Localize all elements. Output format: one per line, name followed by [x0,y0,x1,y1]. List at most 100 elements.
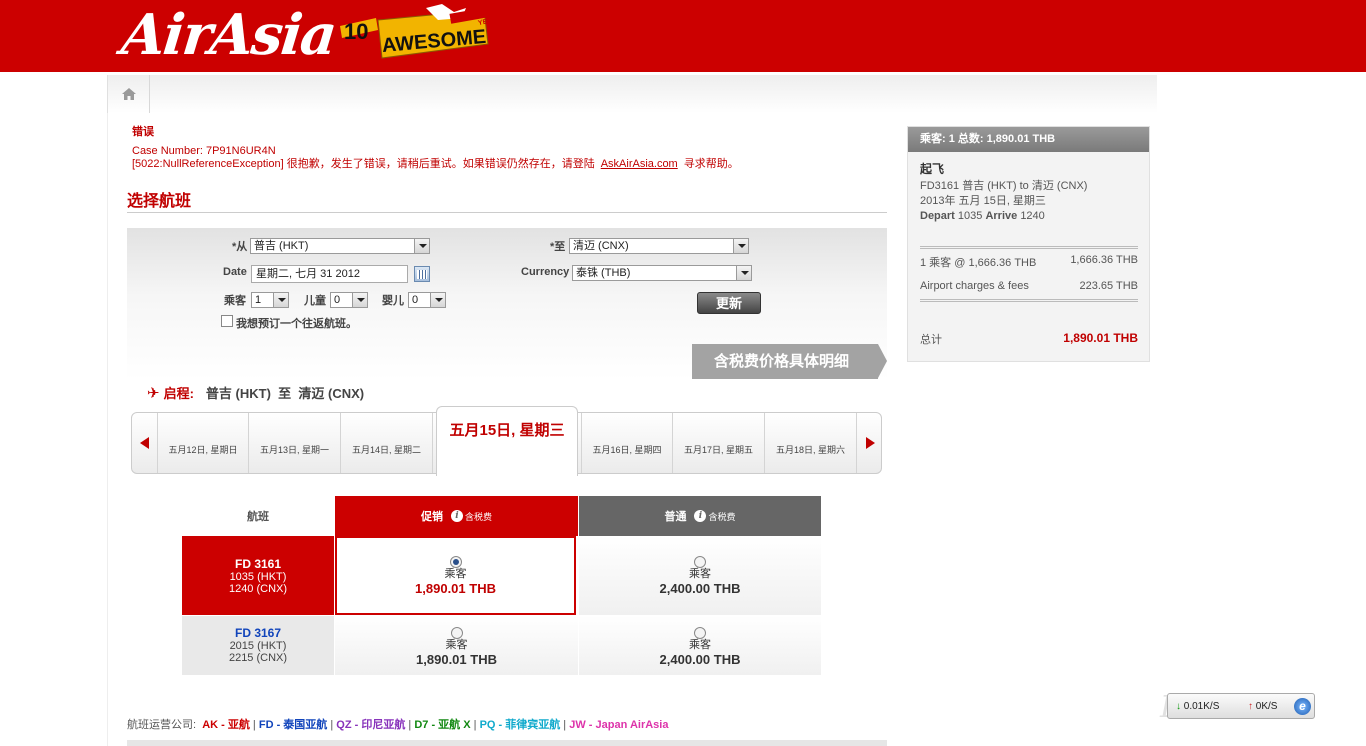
summary-times: Depart 1035 Arrive 1240 [920,210,1045,222]
summary-date-line: 2013年 五月 15日, 星期三 [920,195,1046,207]
date-label: Date [223,266,247,278]
upload-arrow-icon: ↑ [1248,701,1253,712]
previous-dates-arrow-icon[interactable] [140,437,149,449]
carrier-item[interactable]: D7 - 亚航 X [414,719,470,731]
fare-option-regular[interactable]: 乘客 2,400.00 THB [579,536,821,615]
journey-to: 清迈 (CNX) [298,386,365,401]
fare-price: 1,890.01 THB [415,581,496,596]
fare-option-promo[interactable]: 乘客 1,890.01 THB [335,536,576,615]
price-detail-button[interactable]: 含税费价格具体明细 [692,344,887,379]
chevron-down-icon [352,293,367,307]
date-tab[interactable]: 五月13日, 星期一 [249,413,341,473]
flight-cell: FD 3167 2015 (HKT) 2215 (CNX) [182,616,334,675]
flight-number: FD 3161 [234,557,282,571]
flight-arrival-time: 1240 (CNX) [228,583,288,595]
return-flight-checkbox[interactable] [221,315,233,327]
divider [920,299,1138,302]
date-tab[interactable]: 五月14日, 星期二 [341,413,433,473]
site-header: AirAsia 10 AWESOME YEARS! [0,0,1366,72]
carrier-legend: 航班运营公司: AK - 亚航 | FD - 泰国亚航 | QZ - 印尼亚航 … [127,719,669,731]
fare-radio[interactable] [449,556,462,568]
flight-arrival-time: 2215 (CNX) [228,652,288,664]
summary-depart-title: 起飞 [920,162,945,176]
chevron-down-icon [273,293,288,307]
chevron-down-icon [414,239,429,253]
summary-flight-info: 起飞 FD3161 普吉 (HKT) to 清迈 (CNX) 2013年 五月 … [920,162,1138,224]
chevron-down-icon [733,239,748,253]
from-label: *从 [232,241,248,253]
update-button[interactable]: 更新 [697,292,761,314]
date-tab-selected[interactable]: 五月15日, 星期三 [436,406,578,476]
adult-select[interactable]: 1 [251,292,289,308]
flight-departure-time: 1035 (HKT) [229,571,287,583]
carrier-item[interactable]: JW - Japan AirAsia [569,719,668,731]
booking-summary: 乘客: 1 总数: 1,890.01 THB 起飞 FD3161 普吉 (HKT… [907,126,1150,362]
date-input[interactable]: 星期二, 七月 31 2012 [251,265,408,283]
fare-option-regular[interactable]: 乘客 2,400.00 THB [579,616,821,675]
breadcrumb-bar [107,75,1157,113]
date-tab[interactable]: 五月16日, 星期四 [581,413,673,473]
fare-option-promo[interactable]: 乘客 1,890.01 THB [335,616,578,675]
info-icon[interactable]: i [450,510,463,522]
chevron-down-icon [736,266,751,280]
error-text: [5022:NullReferenceException] 很抱歉，发生了错误，… [132,158,739,170]
chevron-down-icon [430,293,445,307]
from-select[interactable]: 普吉 (HKT) [250,238,430,254]
return-flight-label: 我想预订一个往返航班。 [236,318,357,330]
fare-price: 1,890.01 THB [416,652,497,667]
fare-radio[interactable] [694,627,706,639]
page-title: 选择航班 [127,187,887,213]
column-header-regular: 普通 i 含税费 [579,496,821,536]
currency-label: Currency [521,266,570,278]
plane-icon: ✈ [147,385,160,402]
net-speed-widget[interactable]: ↓ 0.01K/S ↑ 0K/S e [1167,693,1315,719]
journey-from: 普吉 (HKT) [205,386,271,401]
child-label: 儿童 [304,295,326,307]
carrier-item[interactable]: FD - 泰国亚航 [259,719,327,731]
to-select[interactable]: 清迈 (CNX) [569,238,749,254]
summary-flight-line: FD3161 普吉 (HKT) to 清迈 (CNX) [920,180,1088,192]
carrier-item[interactable]: QZ - 印尼亚航 [336,719,405,731]
home-button[interactable] [108,75,150,113]
summary-fees-row: Airport charges & fees 223.65 THB [920,280,1138,292]
currency-select[interactable]: 泰铢 (THB) [572,265,752,281]
error-message: 错误 Case Number: 7P91N6UR4N [5022:NullRef… [132,126,739,171]
fare-radio[interactable] [694,556,706,568]
error-case-number: Case Number: 7P91N6UR4N [132,145,276,157]
svg-text:10: 10 [344,19,368,44]
upload-speed: ↑ 0K/S [1248,701,1278,712]
10-years-awesome-badge: 10 AWESOME YEARS! [340,4,504,59]
adult-label: 乘客 [224,295,246,307]
date-tab[interactable]: 五月18日, 星期六 [765,413,857,473]
fare-price: 2,400.00 THB [659,652,741,667]
download-speed: ↓ 0.01K/S [1176,701,1220,712]
column-header-promo: 促销 i 含税费 [335,496,578,536]
footer-strip [127,740,887,746]
next-dates-arrow-icon[interactable] [866,437,875,449]
column-header-flight: 航班 [182,496,334,536]
fare-price: 2,400.00 THB [659,581,741,596]
carrier-item[interactable]: PQ - 菲律宾亚航 [480,719,561,731]
child-select[interactable]: 0 [330,292,368,308]
airasia-logo[interactable]: AirAsia [119,2,339,68]
date-tab[interactable]: 五月17日, 星期五 [673,413,765,473]
infant-select[interactable]: 0 [408,292,446,308]
info-icon[interactable]: i [694,510,707,522]
date-tab[interactable]: 五月12日, 星期日 [157,413,249,473]
calendar-icon[interactable] [414,266,430,282]
infant-label: 婴儿 [382,295,404,307]
journey-heading: ✈ 启程: 普吉 (HKT) 至 清迈 (CNX) [147,383,364,402]
carrier-item[interactable]: AK - 亚航 [202,719,250,731]
flight-departure-time: 2015 (HKT) [229,640,287,652]
to-label: *至 [550,241,566,253]
journey-to-word: 至 [278,386,292,401]
depart-label: 启程: [163,386,194,401]
fare-radio[interactable] [450,627,463,639]
download-arrow-icon: ↓ [1176,701,1181,712]
summary-total-row: 总计 1,890.01 THB [920,331,1138,346]
summary-header: 乘客: 1 总数: 1,890.01 THB [908,127,1149,152]
home-icon [121,88,136,100]
browser-icon[interactable]: e [1294,698,1311,715]
divider [920,246,1138,249]
askairasia-link[interactable]: AskAirAsia.com [601,158,678,170]
